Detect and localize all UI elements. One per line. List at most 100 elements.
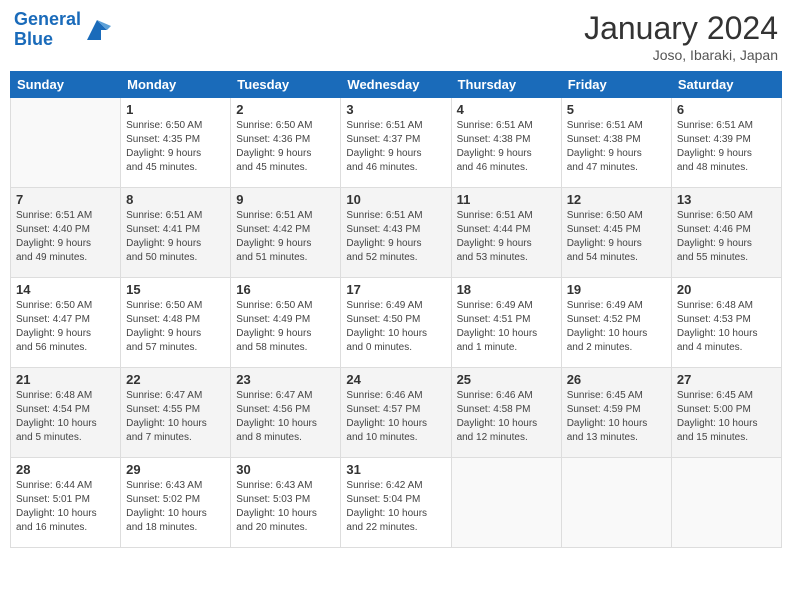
calendar-cell: 9 Sunrise: 6:51 AM Sunset: 4:42 PM Daylig… <box>231 188 341 278</box>
day-number: 3 <box>346 102 445 117</box>
calendar-cell: 10Sunrise: 6:51 AM Sunset: 4:43 PM Dayli… <box>341 188 451 278</box>
calendar-cell: 26Sunrise: 6:45 AM Sunset: 4:59 PM Dayli… <box>561 368 671 458</box>
calendar-cell: 5Sunrise: 6:51 AM Sunset: 4:38 PM Daylig… <box>561 98 671 188</box>
day-number: 31 <box>346 462 445 477</box>
weekday-header-wednesday: Wednesday <box>341 72 451 98</box>
calendar-cell: 2 Sunrise: 6:50 AM Sunset: 4:36 PM Daylig… <box>231 98 341 188</box>
day-info: Sunrise: 6:47 AM Sunset: 4:56 PM Dayligh… <box>236 389 335 445</box>
day-number: 15 <box>126 282 225 297</box>
calendar-cell: 11Sunrise: 6:51 AM Sunset: 4:44 PM Dayli… <box>451 188 561 278</box>
day-number: 13 <box>677 192 776 207</box>
day-info: Sunrise: 6:51 AM Sunset: 4:40 PM Dayligh… <box>16 209 115 265</box>
calendar-cell: 4Sunrise: 6:51 AM Sunset: 4:38 PM Daylig… <box>451 98 561 188</box>
day-number: 25 <box>457 372 556 387</box>
day-number: 28 <box>16 462 115 477</box>
day-number: 7 <box>16 192 115 207</box>
day-info: Sunrise: 6:49 AM Sunset: 4:52 PM Dayligh… <box>567 299 666 355</box>
calendar-cell: 12Sunrise: 6:50 AM Sunset: 4:45 PM Dayli… <box>561 188 671 278</box>
title-area: January 2024 Joso, Ibaraki, Japan <box>584 10 778 63</box>
day-number: 6 <box>677 102 776 117</box>
calendar-cell: 31 Sunrise: 6:42 AM Sunset: 5:04 PM Dayli… <box>341 458 451 548</box>
day-number: 14 <box>16 282 115 297</box>
calendar-table: SundayMondayTuesdayWednesdayThursdayFrid… <box>10 71 782 548</box>
day-info: Sunrise: 6:49 AM Sunset: 4:50 PM Dayligh… <box>346 299 445 355</box>
day-number: 27 <box>677 372 776 387</box>
calendar-cell <box>11 98 121 188</box>
calendar-cell: 20 Sunrise: 6:48 AM Sunset: 4:53 PM Dayli… <box>671 278 781 368</box>
day-info: Sunrise: 6:47 AM Sunset: 4:55 PM Dayligh… <box>126 389 225 445</box>
month-title: January 2024 <box>584 10 778 47</box>
day-info: Sunrise: 6:51 AM Sunset: 4:38 PM Dayligh… <box>457 119 556 175</box>
calendar-cell: 16Sunrise: 6:50 AM Sunset: 4:49 PM Dayli… <box>231 278 341 368</box>
day-info: Sunrise: 6:49 AM Sunset: 4:51 PM Dayligh… <box>457 299 556 355</box>
day-number: 23 <box>236 372 335 387</box>
calendar-cell: 28 Sunrise: 6:44 AM Sunset: 5:01 PM Dayli… <box>11 458 121 548</box>
calendar-cell: 7 Sunrise: 6:51 AM Sunset: 4:40 PM Daylig… <box>11 188 121 278</box>
weekday-header-friday: Friday <box>561 72 671 98</box>
weekday-header-saturday: Saturday <box>671 72 781 98</box>
day-number: 9 <box>236 192 335 207</box>
calendar-cell: 23 Sunrise: 6:47 AM Sunset: 4:56 PM Dayli… <box>231 368 341 458</box>
day-number: 8 <box>126 192 225 207</box>
calendar-cell: 14Sunrise: 6:50 AM Sunset: 4:47 PM Dayli… <box>11 278 121 368</box>
weekday-header-sunday: Sunday <box>11 72 121 98</box>
day-number: 17 <box>346 282 445 297</box>
logo-text: General Blue <box>14 10 81 50</box>
calendar-cell <box>671 458 781 548</box>
calendar-cell: 21 Sunrise: 6:48 AM Sunset: 4:54 PM Dayli… <box>11 368 121 458</box>
day-info: Sunrise: 6:50 AM Sunset: 4:45 PM Dayligh… <box>567 209 666 265</box>
day-info: Sunrise: 6:43 AM Sunset: 5:03 PM Dayligh… <box>236 479 335 535</box>
day-number: 21 <box>16 372 115 387</box>
day-info: Sunrise: 6:50 AM Sunset: 4:35 PM Dayligh… <box>126 119 225 175</box>
calendar-cell: 6Sunrise: 6:51 AM Sunset: 4:39 PM Daylig… <box>671 98 781 188</box>
page-header: General Blue January 2024 Joso, Ibaraki,… <box>10 10 782 63</box>
day-info: Sunrise: 6:51 AM Sunset: 4:42 PM Dayligh… <box>236 209 335 265</box>
day-number: 10 <box>346 192 445 207</box>
weekday-header-monday: Monday <box>121 72 231 98</box>
day-info: Sunrise: 6:51 AM Sunset: 4:37 PM Dayligh… <box>346 119 445 175</box>
calendar-cell: 29 Sunrise: 6:43 AM Sunset: 5:02 PM Dayli… <box>121 458 231 548</box>
day-number: 16 <box>236 282 335 297</box>
calendar-cell <box>451 458 561 548</box>
day-number: 1 <box>126 102 225 117</box>
day-info: Sunrise: 6:45 AM Sunset: 5:00 PM Dayligh… <box>677 389 776 445</box>
week-row-3: 14Sunrise: 6:50 AM Sunset: 4:47 PM Dayli… <box>11 278 782 368</box>
day-info: Sunrise: 6:42 AM Sunset: 5:04 PM Dayligh… <box>346 479 445 535</box>
calendar-cell: 13Sunrise: 6:50 AM Sunset: 4:46 PM Dayli… <box>671 188 781 278</box>
calendar-cell: 3 Sunrise: 6:51 AM Sunset: 4:37 PM Daylig… <box>341 98 451 188</box>
day-number: 22 <box>126 372 225 387</box>
calendar-cell: 22 Sunrise: 6:47 AM Sunset: 4:55 PM Dayli… <box>121 368 231 458</box>
day-info: Sunrise: 6:48 AM Sunset: 4:54 PM Dayligh… <box>16 389 115 445</box>
day-info: Sunrise: 6:51 AM Sunset: 4:44 PM Dayligh… <box>457 209 556 265</box>
day-number: 29 <box>126 462 225 477</box>
day-number: 19 <box>567 282 666 297</box>
calendar-cell: 25 Sunrise: 6:46 AM Sunset: 4:58 PM Dayli… <box>451 368 561 458</box>
week-row-2: 7 Sunrise: 6:51 AM Sunset: 4:40 PM Daylig… <box>11 188 782 278</box>
day-number: 2 <box>236 102 335 117</box>
calendar-cell: 1 Sunrise: 6:50 AM Sunset: 4:35 PM Daylig… <box>121 98 231 188</box>
day-number: 26 <box>567 372 666 387</box>
calendar-cell: 27 Sunrise: 6:45 AM Sunset: 5:00 PM Dayli… <box>671 368 781 458</box>
calendar-cell <box>561 458 671 548</box>
day-info: Sunrise: 6:43 AM Sunset: 5:02 PM Dayligh… <box>126 479 225 535</box>
weekday-header-thursday: Thursday <box>451 72 561 98</box>
day-info: Sunrise: 6:44 AM Sunset: 5:01 PM Dayligh… <box>16 479 115 535</box>
day-number: 18 <box>457 282 556 297</box>
day-info: Sunrise: 6:48 AM Sunset: 4:53 PM Dayligh… <box>677 299 776 355</box>
day-info: Sunrise: 6:46 AM Sunset: 4:57 PM Dayligh… <box>346 389 445 445</box>
day-info: Sunrise: 6:46 AM Sunset: 4:58 PM Dayligh… <box>457 389 556 445</box>
day-number: 20 <box>677 282 776 297</box>
day-info: Sunrise: 6:51 AM Sunset: 4:38 PM Dayligh… <box>567 119 666 175</box>
week-row-5: 28 Sunrise: 6:44 AM Sunset: 5:01 PM Dayli… <box>11 458 782 548</box>
calendar-cell: 18 Sunrise: 6:49 AM Sunset: 4:51 PM Dayli… <box>451 278 561 368</box>
week-row-1: 1 Sunrise: 6:50 AM Sunset: 4:35 PM Daylig… <box>11 98 782 188</box>
day-info: Sunrise: 6:51 AM Sunset: 4:41 PM Dayligh… <box>126 209 225 265</box>
calendar-cell: 24Sunrise: 6:46 AM Sunset: 4:57 PM Dayli… <box>341 368 451 458</box>
calendar-cell: 17 Sunrise: 6:49 AM Sunset: 4:50 PM Dayli… <box>341 278 451 368</box>
logo: General Blue <box>14 10 111 50</box>
day-info: Sunrise: 6:50 AM Sunset: 4:36 PM Dayligh… <box>236 119 335 175</box>
day-number: 30 <box>236 462 335 477</box>
weekday-header-row: SundayMondayTuesdayWednesdayThursdayFrid… <box>11 72 782 98</box>
calendar-cell: 8 Sunrise: 6:51 AM Sunset: 4:41 PM Daylig… <box>121 188 231 278</box>
calendar-cell: 15Sunrise: 6:50 AM Sunset: 4:48 PM Dayli… <box>121 278 231 368</box>
